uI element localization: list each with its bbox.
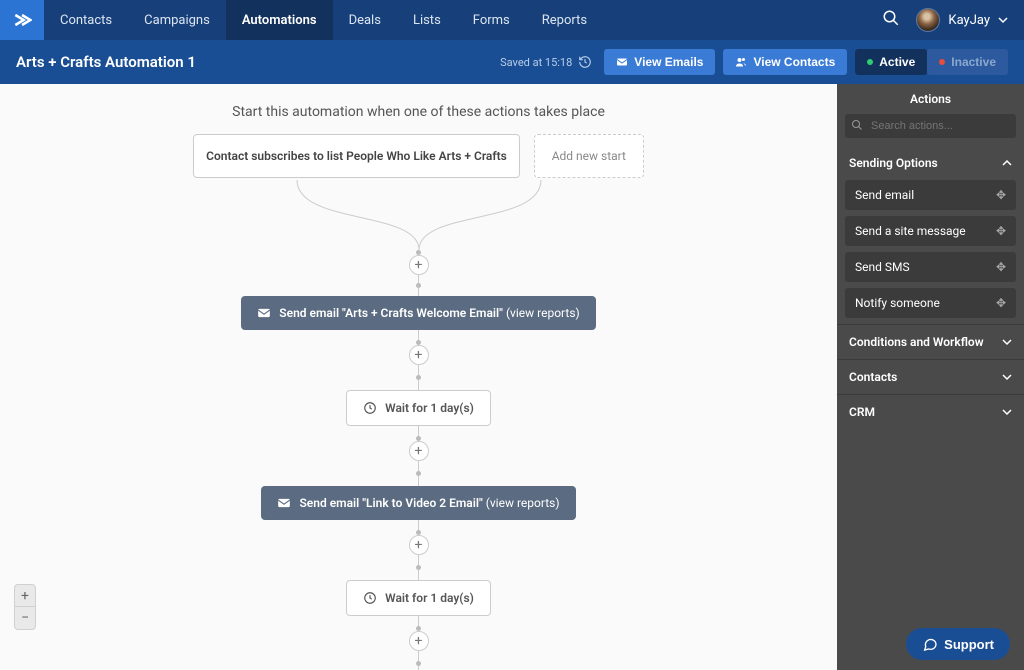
action-send-site-message[interactable]: Send a site message✥ — [845, 216, 1016, 246]
nav-automations[interactable]: Automations — [226, 0, 333, 40]
history-icon[interactable] — [578, 55, 592, 69]
logo-icon — [12, 10, 32, 30]
email-icon — [616, 57, 628, 67]
action-notify-someone[interactable]: Notify someone✥ — [845, 288, 1016, 318]
zoom-in-button[interactable]: + — [15, 585, 35, 607]
merge-connector — [229, 180, 609, 250]
nav-right: KayJay — [882, 8, 1024, 32]
chevron-down-icon — [1002, 372, 1012, 382]
add-step-button[interactable]: + — [409, 535, 429, 555]
chevron-down-icon — [998, 15, 1008, 25]
status-active-button[interactable]: Active — [855, 49, 927, 75]
actions-sidebar: Actions Sending Options Send email✥ Send… — [837, 84, 1024, 670]
nav-reports[interactable]: Reports — [526, 0, 603, 40]
nav-deals[interactable]: Deals — [333, 0, 397, 40]
email-icon — [257, 307, 271, 319]
contacts-icon — [735, 56, 747, 68]
add-step-button[interactable]: + — [409, 255, 429, 275]
action-send-email[interactable]: Send email✥ — [845, 180, 1016, 210]
flow-column: + Send email "Arts + Crafts Welcome Emai… — [0, 178, 837, 670]
avatar — [916, 8, 940, 32]
zoom-control: + − — [14, 584, 36, 630]
sending-actions-list: Send email✥ Send a site message✥ Send SM… — [837, 180, 1024, 324]
section-conditions[interactable]: Conditions and Workflow — [837, 324, 1024, 359]
automation-title: Arts + Crafts Automation 1 — [16, 53, 500, 71]
grip-icon: ✥ — [996, 224, 1006, 238]
email-icon — [277, 497, 291, 509]
grip-icon: ✥ — [996, 188, 1006, 202]
status-toggle: Active Inactive — [855, 49, 1008, 75]
section-sending[interactable]: Sending Options — [837, 146, 1024, 180]
app-logo[interactable] — [0, 0, 44, 40]
nav-items: Contacts Campaigns Automations Deals Lis… — [44, 0, 603, 40]
dot-green-icon — [867, 59, 873, 65]
user-menu[interactable]: KayJay — [916, 8, 1008, 32]
add-start-button[interactable]: Add new start — [534, 134, 644, 178]
actions-search-input[interactable] — [845, 114, 1016, 138]
dot-red-icon — [939, 59, 945, 65]
nav-campaigns[interactable]: Campaigns — [128, 0, 226, 40]
wait-node-2[interactable]: Wait for 1 day(s) — [346, 580, 491, 616]
section-contacts[interactable]: Contacts — [837, 359, 1024, 394]
chevron-down-icon — [1002, 337, 1012, 347]
chevron-up-icon — [1002, 158, 1012, 168]
nav-lists[interactable]: Lists — [397, 0, 457, 40]
status-inactive-button[interactable]: Inactive — [927, 49, 1008, 75]
top-nav: Contacts Campaigns Automations Deals Lis… — [0, 0, 1024, 40]
clock-icon — [363, 591, 377, 605]
add-step-button[interactable]: + — [409, 631, 429, 651]
email-node-1[interactable]: Send email "Arts + Crafts Welcome Email"… — [241, 296, 595, 330]
wait-node-1[interactable]: Wait for 1 day(s) — [346, 390, 491, 426]
section-crm[interactable]: CRM — [837, 394, 1024, 429]
sidebar-title: Actions — [837, 84, 1024, 114]
grip-icon: ✥ — [996, 296, 1006, 310]
zoom-out-button[interactable]: − — [15, 607, 35, 629]
start-prompt: Start this automation when one of these … — [0, 84, 837, 120]
search-icon[interactable] — [882, 9, 900, 31]
automation-canvas[interactable]: Start this automation when one of these … — [0, 84, 837, 670]
view-emails-button[interactable]: View Emails — [604, 49, 715, 75]
view-contacts-button[interactable]: View Contacts — [723, 49, 847, 75]
action-send-sms[interactable]: Send SMS✥ — [845, 252, 1016, 282]
clock-icon — [363, 401, 377, 415]
automation-header: Arts + Crafts Automation 1 Saved at 15:1… — [0, 40, 1024, 84]
chevron-down-icon — [1002, 407, 1012, 417]
nav-contacts[interactable]: Contacts — [44, 0, 128, 40]
saved-indicator: Saved at 15:18 — [500, 55, 592, 69]
grip-icon: ✥ — [996, 260, 1006, 274]
support-button[interactable]: Support — [906, 628, 1010, 660]
add-step-button[interactable]: + — [409, 441, 429, 461]
search-icon — [851, 119, 863, 134]
email-node-2[interactable]: Send email "Link to Video 2 Email" (view… — [261, 486, 575, 520]
add-step-button[interactable]: + — [409, 345, 429, 365]
start-trigger-node[interactable]: Contact subscribes to list People Who Li… — [193, 134, 520, 178]
nav-forms[interactable]: Forms — [457, 0, 526, 40]
user-name: KayJay — [948, 13, 990, 28]
chat-icon — [922, 636, 938, 652]
